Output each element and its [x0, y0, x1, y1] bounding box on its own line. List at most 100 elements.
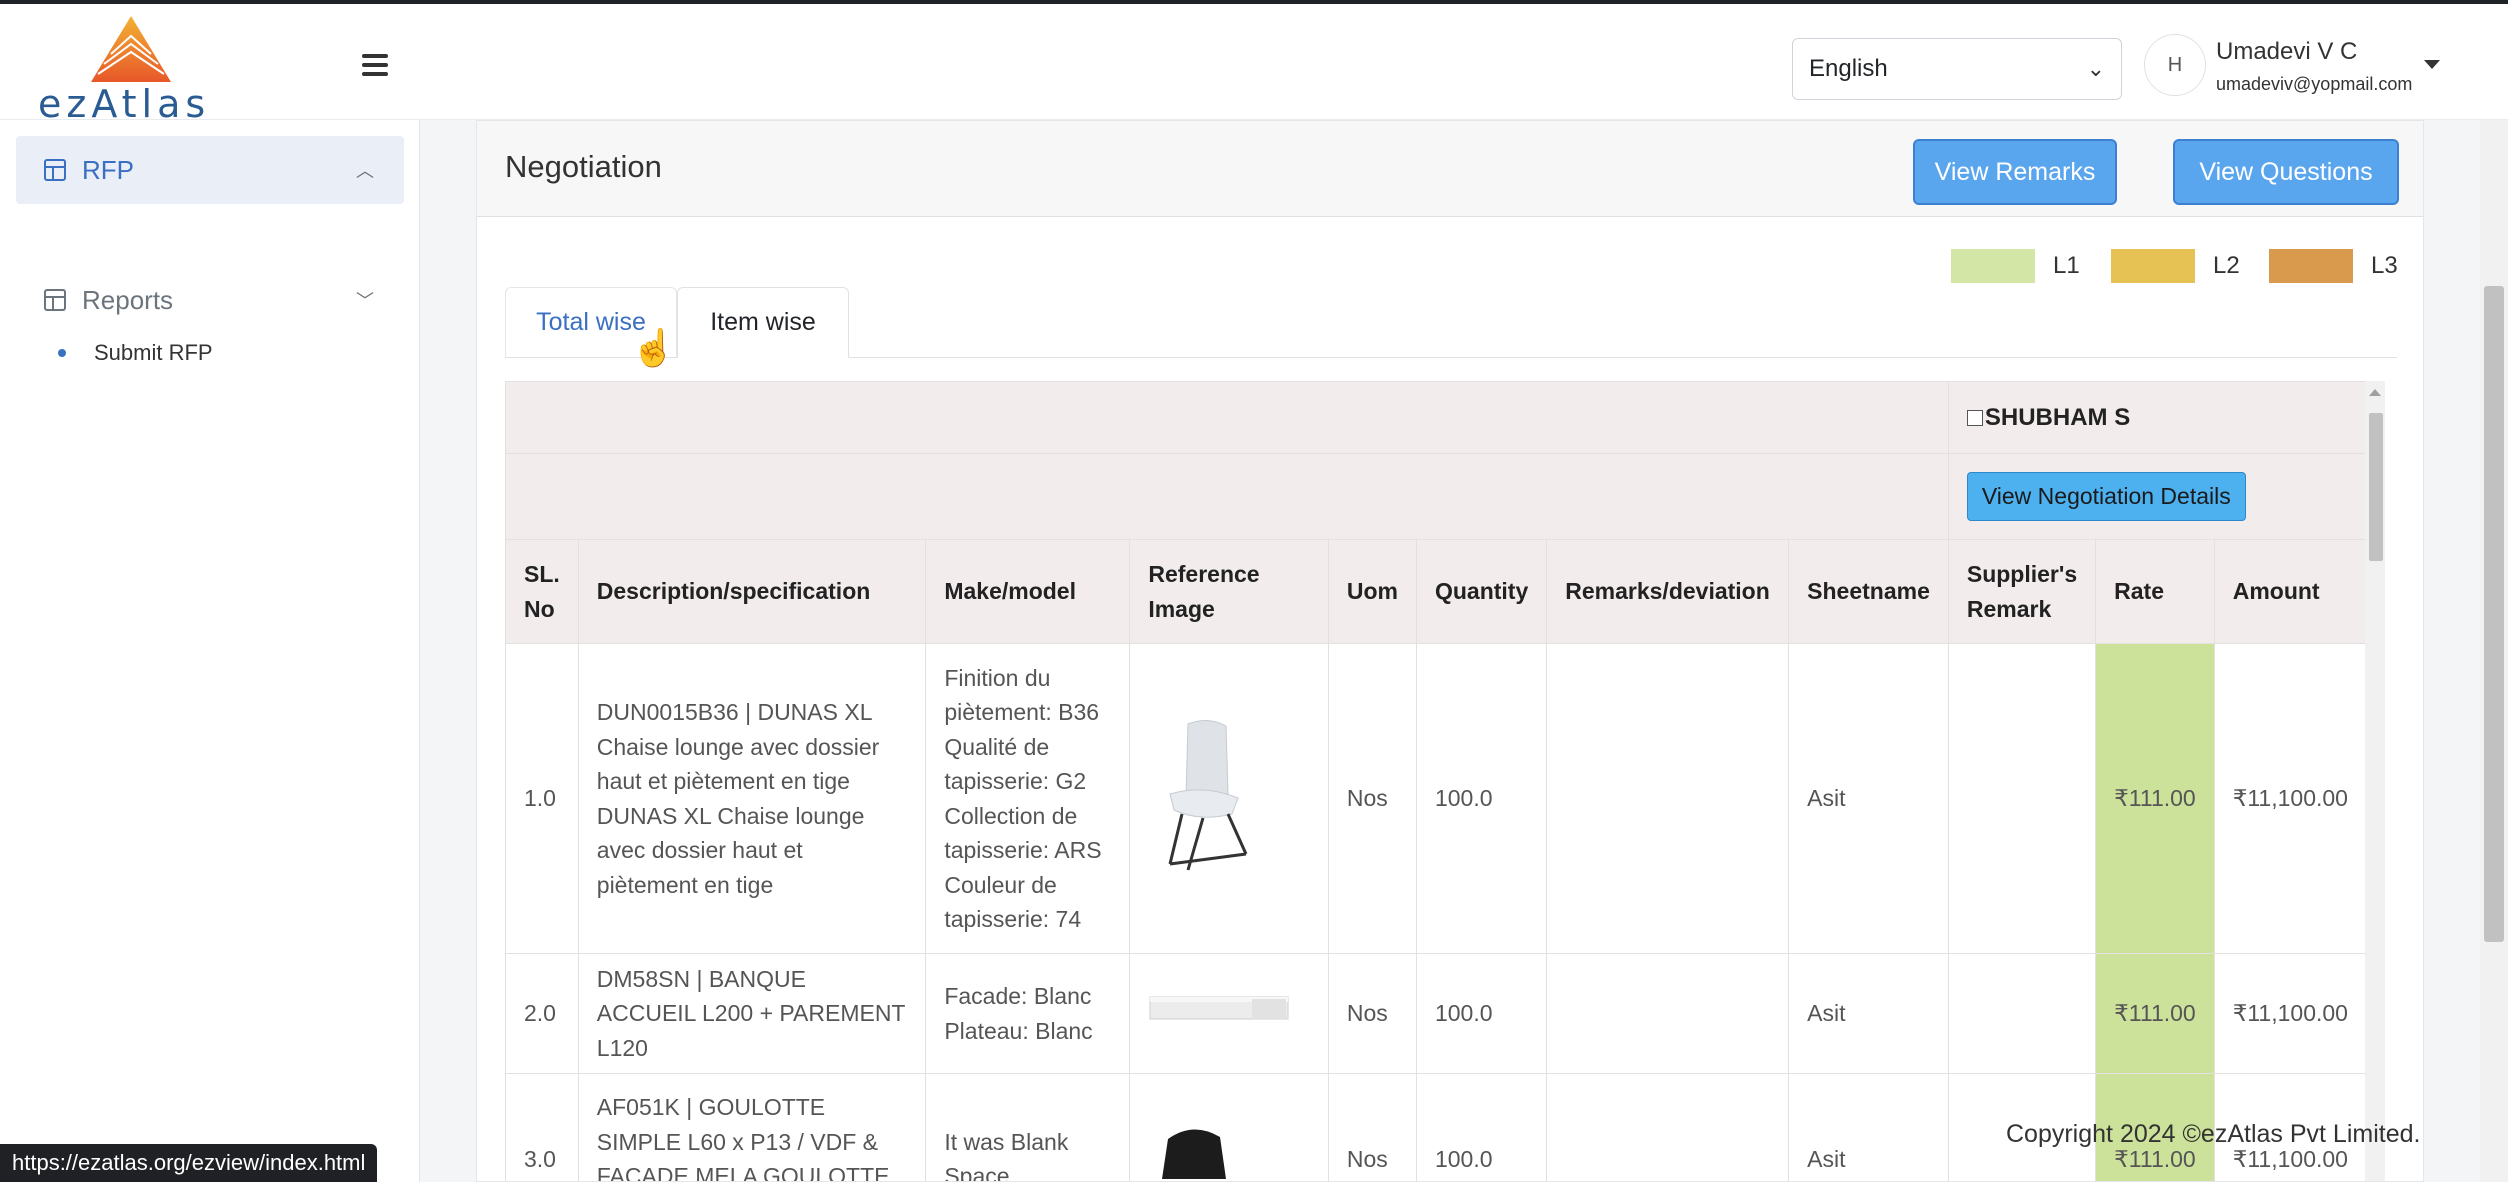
copyright-text: Copyright 2024 ©ezAtlas Pvt Limited. — [2006, 1120, 2421, 1148]
cell-quantity: 100.0 — [1415, 953, 1548, 1074]
view-negotiation-details-button[interactable]: View Negotiation Details — [1966, 472, 2246, 521]
sidebar: RFP ︿ Submit RFP Reports ﹀ — [0, 120, 420, 1182]
cell-description: DUN0015B36 | DUNAS XL Chaise lounge avec… — [577, 643, 927, 954]
supplier-header-row: SHUBHAM S — [505, 381, 2368, 454]
reception-desk-image[interactable] — [1148, 993, 1290, 1025]
avatar-alt-text: H — [2167, 53, 2183, 76]
column-header-remarks: Remarks/deviation — [1546, 539, 1790, 644]
sidebar-item-rfp[interactable]: RFP ︿ — [16, 136, 404, 204]
legend-swatch — [1951, 249, 2035, 283]
column-header-reference-image: Reference Image — [1129, 539, 1329, 644]
cell-reference-image — [1129, 1073, 1329, 1182]
card-header: Negotiation View Remarks View Questions — [477, 121, 2423, 217]
logo-pyramid-icon — [91, 16, 171, 82]
legend-swatch — [2111, 249, 2195, 283]
cell-uom: Nos — [1327, 1073, 1417, 1181]
cell-supplier-remark — [1947, 643, 2097, 954]
legend-item-l2: L2 — [2111, 249, 2240, 283]
sidebar-item-label: Reports — [82, 284, 174, 315]
cell-sl-no: 1.0 — [505, 643, 579, 954]
user-email: umadeviv@yopmail.com — [2216, 74, 2413, 94]
user-menu-caret-icon[interactable] — [2424, 60, 2440, 69]
cell-sl-no: 3.0 — [505, 1073, 579, 1181]
cell-make-model: Facade: Blanc Plateau: Blanc — [925, 953, 1131, 1074]
column-header-make-model: Make/model — [925, 539, 1131, 644]
top-header: ezAtlas English ⌄ H Umadevi V C umadeviv… — [0, 4, 2508, 126]
bullet-icon — [58, 349, 66, 357]
tab-item-wise[interactable]: Item wise — [677, 287, 849, 358]
negotiation-card: Negotiation View Remarks View Questions … — [476, 120, 2424, 1182]
status-bar-url: https://ezatlas.org/ezview/index.html — [0, 1144, 378, 1182]
column-header-rate: Rate — [2095, 539, 2215, 644]
chair-image[interactable] — [1148, 1119, 1238, 1182]
empty-header-cell — [505, 381, 1949, 454]
cell-quantity: 100.0 — [1415, 643, 1548, 954]
cell-supplier-remark — [1947, 953, 2097, 1074]
chevron-up-icon: ︿ — [356, 161, 374, 181]
language-selected-value: English — [1809, 55, 1888, 82]
table-scrollbar-thumb[interactable] — [2369, 413, 2383, 561]
sidebar-subitem-label: Submit RFP — [94, 340, 213, 365]
column-header-supplier-remark: Supplier's Remark — [1947, 539, 2097, 644]
item-table-container: SHUBHAM S View Negotiation Details SL. N… — [505, 381, 2375, 1182]
cell-sheetname: Asit — [1788, 643, 1949, 954]
column-header-uom: Uom — [1327, 539, 1417, 644]
page-scrollbar[interactable] — [2480, 120, 2508, 1182]
cell-quantity: 100.0 — [1415, 1073, 1548, 1181]
sidebar-item-reports[interactable]: Reports ﹀ — [16, 266, 404, 334]
cell-description: AF051K | GOULOTTE SIMPLE L60 x P13 / VDF… — [577, 1073, 927, 1181]
legend-label: L1 — [2053, 252, 2080, 279]
supplier-action-cell: View Negotiation Details — [1947, 453, 2368, 540]
table-row: 2.0 DM58SN | BANQUE ACCUEIL L200 + PAREM… — [505, 953, 2368, 1074]
menu-toggle-icon[interactable] — [362, 54, 388, 76]
cell-description: DM58SN | BANQUE ACCUEIL L200 + PAREMENT … — [577, 953, 927, 1074]
table-header-row: SL. No Description/specification Make/mo… — [505, 539, 2368, 644]
table-icon — [44, 159, 66, 181]
cell-make-model: It was Blank Space — [925, 1073, 1131, 1181]
cell-rate: ₹111.00 — [2095, 953, 2215, 1074]
supplier-name: SHUBHAM S — [1984, 403, 2131, 431]
cell-make-model: Finition du piètement: B36 Qualité de ta… — [925, 643, 1131, 954]
page-scrollbar-thumb[interactable] — [2484, 286, 2504, 942]
supplier-action-row: View Negotiation Details — [505, 453, 2368, 540]
chair-image[interactable] — [1148, 714, 1258, 874]
cell-amount: ₹11,100.00 — [2213, 643, 2368, 954]
cell-reference-image — [1129, 643, 1329, 954]
column-header-sl-no: SL. No — [505, 539, 579, 644]
cell-remarks — [1546, 643, 1790, 954]
cell-remarks — [1546, 1073, 1790, 1181]
avatar[interactable]: H — [2144, 34, 2206, 96]
legend-item-l3: L3 — [2269, 249, 2398, 283]
item-wise-table: SHUBHAM S View Negotiation Details SL. N… — [505, 381, 2368, 1182]
cell-amount: ₹11,100.00 — [2213, 953, 2368, 1074]
user-name[interactable]: Umadevi V C — [2216, 38, 2357, 66]
cell-uom: Nos — [1327, 643, 1417, 954]
legend-swatch — [2269, 249, 2353, 283]
page-title: Negotiation — [505, 149, 662, 184]
chevron-down-icon: ﹀ — [356, 291, 374, 311]
scroll-up-arrow-icon[interactable] — [2369, 389, 2381, 396]
tabs-bar: Total wise Item wise ☝ — [505, 287, 2397, 368]
sidebar-item-label: RFP — [82, 154, 134, 185]
language-select[interactable]: English ⌄ — [1792, 38, 2122, 100]
hand-pointer-icon: ☝ — [631, 327, 676, 368]
table-scrollbar[interactable] — [2365, 381, 2385, 1181]
sidebar-subitem-submit-rfp[interactable]: Submit RFP — [58, 340, 213, 366]
legend-label: L3 — [2371, 252, 2398, 279]
table-row: 1.0 DUN0015B36 | DUNAS XL Chaise lounge … — [505, 643, 2368, 954]
column-header-sheetname: Sheetname — [1788, 539, 1949, 644]
supplier-cell: SHUBHAM S — [1947, 381, 2368, 454]
cell-uom: Nos — [1327, 953, 1417, 1074]
view-questions-button[interactable]: View Questions — [2173, 139, 2399, 205]
legend-item-l1: L1 — [1951, 249, 2080, 283]
cell-sheetname: Asit — [1788, 953, 1949, 1074]
table-icon — [44, 289, 66, 311]
empty-header-cell — [505, 453, 1949, 540]
legend-label: L2 — [2213, 252, 2240, 279]
view-remarks-button[interactable]: View Remarks — [1913, 139, 2117, 205]
supplier-checkbox[interactable] — [1966, 410, 1983, 427]
column-header-quantity: Quantity — [1415, 539, 1548, 644]
cell-sheetname: Asit — [1788, 1073, 1949, 1181]
cell-rate: ₹111.00 — [2095, 643, 2215, 954]
cell-remarks — [1546, 953, 1790, 1074]
